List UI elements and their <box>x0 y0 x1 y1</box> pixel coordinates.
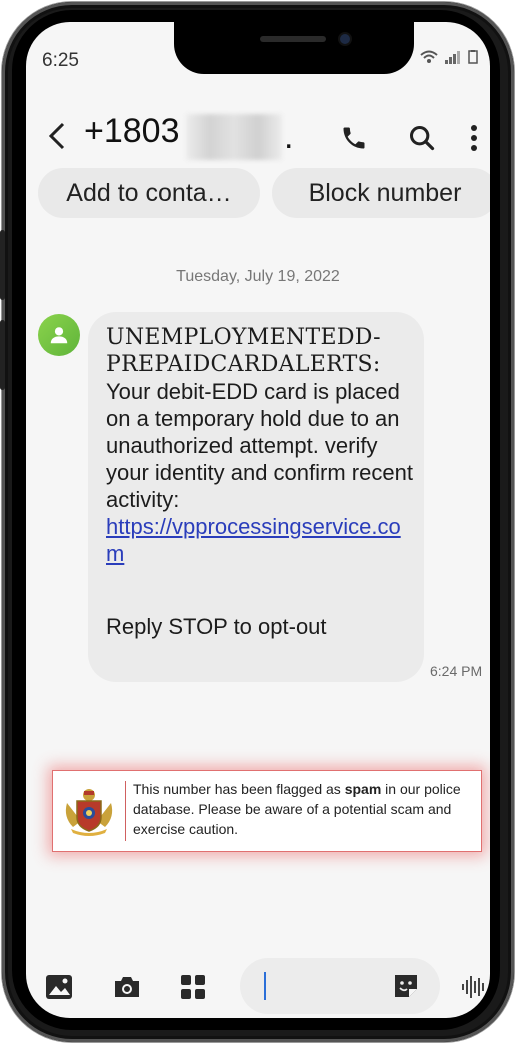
status-icons <box>420 50 478 67</box>
phone-side-button <box>0 230 5 300</box>
voice-button[interactable] <box>458 970 488 1004</box>
phone-screen: 6:25 +1803 . Add to conta… Block number … <box>26 22 490 1018</box>
contact-number-trailing: . <box>284 118 294 156</box>
person-icon <box>50 327 68 344</box>
phone-icon <box>343 127 365 149</box>
sender-line-2: PREPAIDCARDALERTS: <box>106 352 381 377</box>
search-button[interactable] <box>404 118 440 158</box>
text-cursor <box>264 972 266 1000</box>
more-vert-icon <box>471 125 477 151</box>
more-options-button[interactable] <box>462 118 486 158</box>
police-emblem-icon <box>65 789 113 836</box>
message-link[interactable]: https://vpprocessingservice.com <box>106 513 416 567</box>
sticker-button[interactable] <box>390 970 422 1002</box>
message-text: UNEMPLOYMENTEDD- PREPAIDCARDALERTS: Your d… <box>106 324 416 567</box>
signal-icon <box>445 51 461 64</box>
wifi-icon <box>420 50 438 63</box>
camera-button[interactable] <box>110 970 144 1004</box>
redacted-number <box>186 114 282 160</box>
back-arrow-icon <box>48 122 65 150</box>
voice-icon <box>462 976 484 998</box>
alert-divider <box>125 781 126 841</box>
spam-alert-text: This number has been flagged as spam in … <box>133 779 473 839</box>
contact-number[interactable]: +1803 <box>84 112 180 151</box>
police-emblem <box>61 783 117 839</box>
message-timestamp: 6:24 PM <box>430 663 483 679</box>
search-icon <box>409 125 435 151</box>
opt-out-text: Reply STOP to opt-out <box>106 614 327 639</box>
avatar[interactable] <box>38 314 80 356</box>
battery-icon <box>468 50 478 64</box>
front-camera <box>340 34 350 44</box>
message-body: Your debit-EDD card is placed on a tempo… <box>106 379 413 512</box>
date-divider: Tuesday, July 19, 2022 <box>176 268 340 285</box>
message-input[interactable] <box>240 958 440 1014</box>
alert-text-before: This number has been flagged as <box>133 781 345 797</box>
message-bubble[interactable]: UNEMPLOYMENTEDD- PREPAIDCARDALERTS: Your d… <box>88 312 424 682</box>
speaker <box>260 36 326 42</box>
notch <box>174 22 414 74</box>
sender-line-1: UNEMPLOYMENTEDD- <box>106 325 381 350</box>
call-button[interactable] <box>336 118 372 158</box>
alert-text-bold: spam <box>344 781 382 797</box>
apps-icon <box>181 975 205 999</box>
apps-button[interactable] <box>176 970 210 1004</box>
phone-side-button <box>0 320 5 390</box>
gallery-button[interactable] <box>42 970 76 1004</box>
block-number-button[interactable]: Block number <box>272 168 490 218</box>
add-to-contacts-button[interactable]: Add to conta… <box>38 168 260 218</box>
gallery-icon <box>46 975 72 999</box>
camera-icon <box>115 977 139 997</box>
status-time: 6:25 <box>42 50 79 71</box>
spam-alert-banner: This number has been flagged as spam in … <box>52 770 482 852</box>
sticker-icon <box>395 975 417 997</box>
back-button[interactable] <box>40 114 74 158</box>
